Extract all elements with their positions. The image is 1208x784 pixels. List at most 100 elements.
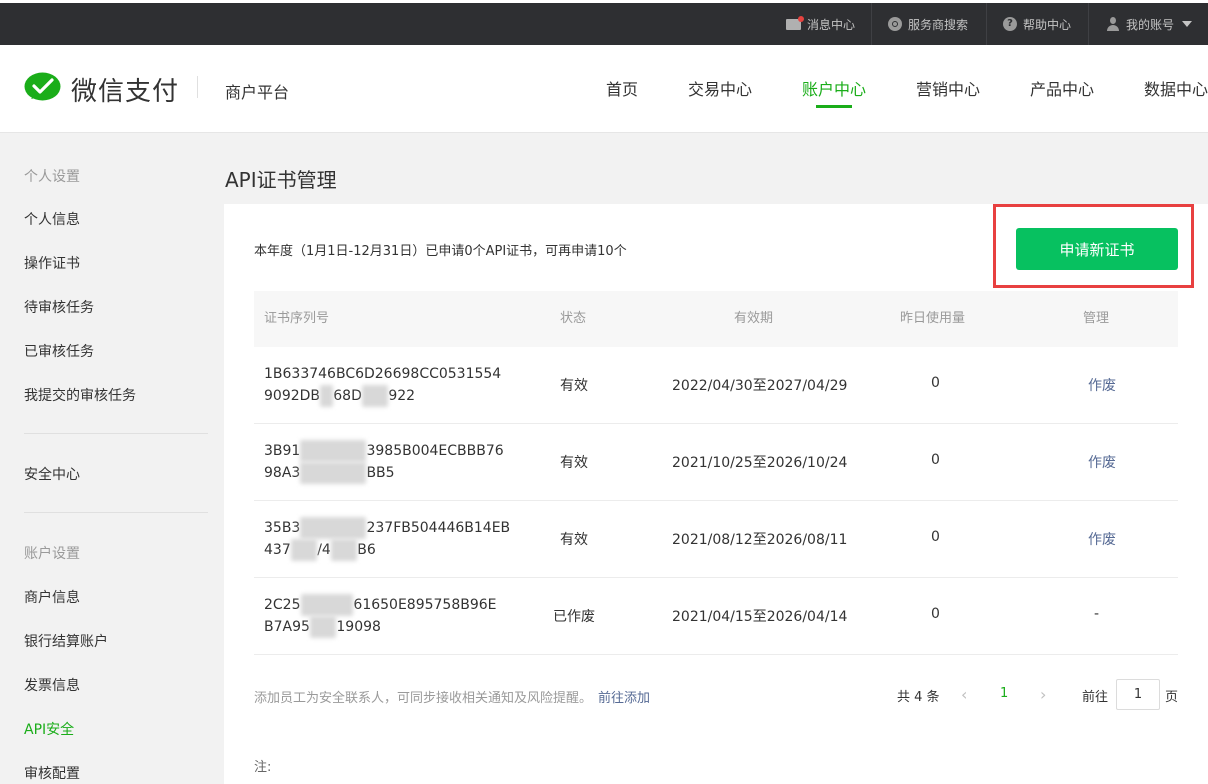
sidebar-item-security-center[interactable]: 安全中心 xyxy=(24,464,80,484)
sidebar-item-my-submissions[interactable]: 我提交的审核任务 xyxy=(24,385,136,405)
redacted-serial: ■■■■■ xyxy=(300,462,367,484)
note-label: 注: xyxy=(254,760,272,775)
topbar-divider xyxy=(1088,3,1089,45)
cert-usage: 0 xyxy=(931,452,940,468)
messages-link[interactable]: 消息中心 xyxy=(786,3,855,45)
nav-account-center[interactable]: 账户中心 xyxy=(802,76,866,100)
serial-part: B6 xyxy=(357,542,376,558)
sidebar-item-pending-review[interactable]: 待审核任务 xyxy=(24,297,94,317)
wechat-pay-logo[interactable] xyxy=(24,72,61,104)
cert-serial: 2C25■■■■61650E895758B96E B7A95■■19098 xyxy=(264,594,497,638)
cert-status: 有效 xyxy=(560,455,588,471)
sidebar-item-merchant-info[interactable]: 商户信息 xyxy=(24,587,80,607)
nav-transactions[interactable]: 交易中心 xyxy=(688,76,752,100)
revoke-link[interactable]: 作废 xyxy=(1088,375,1116,395)
serial-part: 437 xyxy=(264,542,291,558)
column-header-usage: 昨日使用量 xyxy=(900,311,966,326)
redacted-serial: ■■ xyxy=(330,539,358,561)
header-divider xyxy=(197,76,198,98)
pagination-page-input[interactable] xyxy=(1116,679,1160,710)
help-link[interactable]: ? 帮助中心 xyxy=(1003,3,1071,45)
security-contact-text: 添加员工为安全联系人，可同步接收相关通知及风险提醒。 xyxy=(254,691,593,706)
column-header-serial: 证书序列号 xyxy=(264,311,330,326)
cert-status: 已作废 xyxy=(553,609,595,625)
serial-part: 98A3 xyxy=(264,465,301,481)
serial-part: /4 xyxy=(317,542,331,558)
nav-marketing[interactable]: 营销中心 xyxy=(916,76,980,100)
table-row: 2C25■■■■61650E895758B96E B7A95■■19098 已作… xyxy=(254,578,1178,655)
table-row: 3B91■■■■■3985B004ECBBB76 98A3■■■■■BB5 有效… xyxy=(254,424,1178,501)
sidebar-item-bank-account[interactable]: 银行结算账户 xyxy=(24,631,108,651)
sidebar-item-reviewed[interactable]: 已审核任务 xyxy=(24,341,94,361)
serial-part: 61650E895758B96E xyxy=(353,597,497,613)
serial-part: 19098 xyxy=(336,619,381,635)
sidebar-item-personal-info[interactable]: 个人信息 xyxy=(24,209,80,229)
sidebar-item-operation-cert[interactable]: 操作证书 xyxy=(24,253,80,273)
serial-part: 3985B004ECBBB76 xyxy=(366,443,504,459)
sidebar-item-review-config[interactable]: 审核配置 xyxy=(24,763,80,783)
chevron-right-icon[interactable]: › xyxy=(1040,685,1046,704)
serial-part: 2C25 xyxy=(264,597,301,613)
column-header-status: 状态 xyxy=(560,311,587,326)
sidebar-item-invoice[interactable]: 发票信息 xyxy=(24,675,80,695)
sidebar-divider xyxy=(24,433,208,434)
sidebar: 个人设置 个人信息 操作证书 待审核任务 已审核任务 我提交的审核任务 安全中心… xyxy=(0,133,208,784)
pagination-page-suffix: 页 xyxy=(1165,690,1179,705)
cert-serial: 1B633746BC6D26698CC0531554 9092DB■68D■■9… xyxy=(264,363,501,407)
cert-status: 有效 xyxy=(560,532,588,548)
cert-validity: 2021/08/12至2026/08/11 xyxy=(672,532,848,548)
brand-name: 微信支付 xyxy=(71,77,180,107)
redacted-serial: ■■ xyxy=(361,385,389,407)
help-label: 帮助中心 xyxy=(1023,17,1072,32)
cert-validity: 2022/04/30至2027/04/29 xyxy=(672,378,848,394)
cert-status: 有效 xyxy=(560,378,588,394)
revoke-link[interactable]: 作废 xyxy=(1088,452,1116,472)
serial-part: BB5 xyxy=(366,465,395,481)
table-header: 证书序列号 状态 有效期 昨日使用量 管理 xyxy=(254,291,1178,347)
quota-text: 本年度（1月1日-12月31日）已申请0个API证书，可再申请10个 xyxy=(254,244,627,259)
redacted-serial: ■ xyxy=(320,385,334,407)
main-header: 微信支付 商户平台 首页 交易中心 账户中心 营销中心 产品中心 数据中心 xyxy=(0,45,1208,133)
top-bar: 消息中心 服务商搜索 ? 帮助中心 我的账号 xyxy=(0,0,1208,45)
provider-search-link[interactable]: 服务商搜索 xyxy=(888,3,968,45)
cert-validity: 2021/10/25至2026/10/24 xyxy=(672,455,848,471)
sidebar-item-api-security[interactable]: API安全 xyxy=(24,719,74,739)
redacted-serial: ■■■■■ xyxy=(300,440,367,462)
highlight-annotation xyxy=(993,204,1194,288)
redacted-serial: ■■■■ xyxy=(300,594,354,616)
chevron-left-icon[interactable]: ‹ xyxy=(961,685,967,704)
sidebar-group-account: 账户设置 xyxy=(24,546,80,562)
search-icon xyxy=(888,17,902,31)
sidebar-group-personal: 个人设置 xyxy=(24,169,80,185)
nav-data[interactable]: 数据中心 xyxy=(1144,76,1208,100)
pagination-page-1[interactable]: 1 xyxy=(1000,686,1008,701)
cert-validity: 2021/04/15至2026/04/14 xyxy=(672,609,848,625)
topbar-divider xyxy=(871,3,872,45)
account-menu[interactable]: 我的账号 xyxy=(1106,3,1193,45)
go-add-link[interactable]: 前往添加 xyxy=(598,691,650,706)
page-title: API证书管理 xyxy=(225,168,337,192)
serial-part: 35B3 xyxy=(264,520,301,536)
table-row: 35B3■■■■■237FB504446B14EB 437■■/4■■B6 有效… xyxy=(254,501,1178,578)
redacted-serial: ■■ xyxy=(290,539,318,561)
serial-part: 922 xyxy=(388,388,416,404)
column-header-validity: 有效期 xyxy=(734,311,774,326)
nav-products[interactable]: 产品中心 xyxy=(1030,76,1094,100)
cert-action-none: - xyxy=(1094,606,1100,622)
redacted-serial: ■■■■■ xyxy=(300,517,367,539)
account-label: 我的账号 xyxy=(1126,17,1175,32)
nav-active-indicator xyxy=(816,105,852,108)
serial-part: 237FB504446B14EB xyxy=(366,520,511,536)
nav-home[interactable]: 首页 xyxy=(606,76,638,100)
provider-search-label: 服务商搜索 xyxy=(908,17,969,32)
revoke-link[interactable]: 作废 xyxy=(1088,529,1116,549)
security-contact-hint: 添加员工为安全联系人，可同步接收相关通知及风险提醒。 前往添加 xyxy=(254,687,650,706)
column-header-manage: 管理 xyxy=(1083,311,1110,326)
messages-label: 消息中心 xyxy=(807,17,856,32)
serial-part: B7A95 xyxy=(264,619,310,635)
serial-part: 3B91 xyxy=(264,443,301,459)
cert-usage: 0 xyxy=(931,606,940,622)
sidebar-divider xyxy=(24,512,208,513)
pagination-goto-label: 前往 xyxy=(1082,690,1109,705)
cert-usage: 0 xyxy=(931,375,940,391)
